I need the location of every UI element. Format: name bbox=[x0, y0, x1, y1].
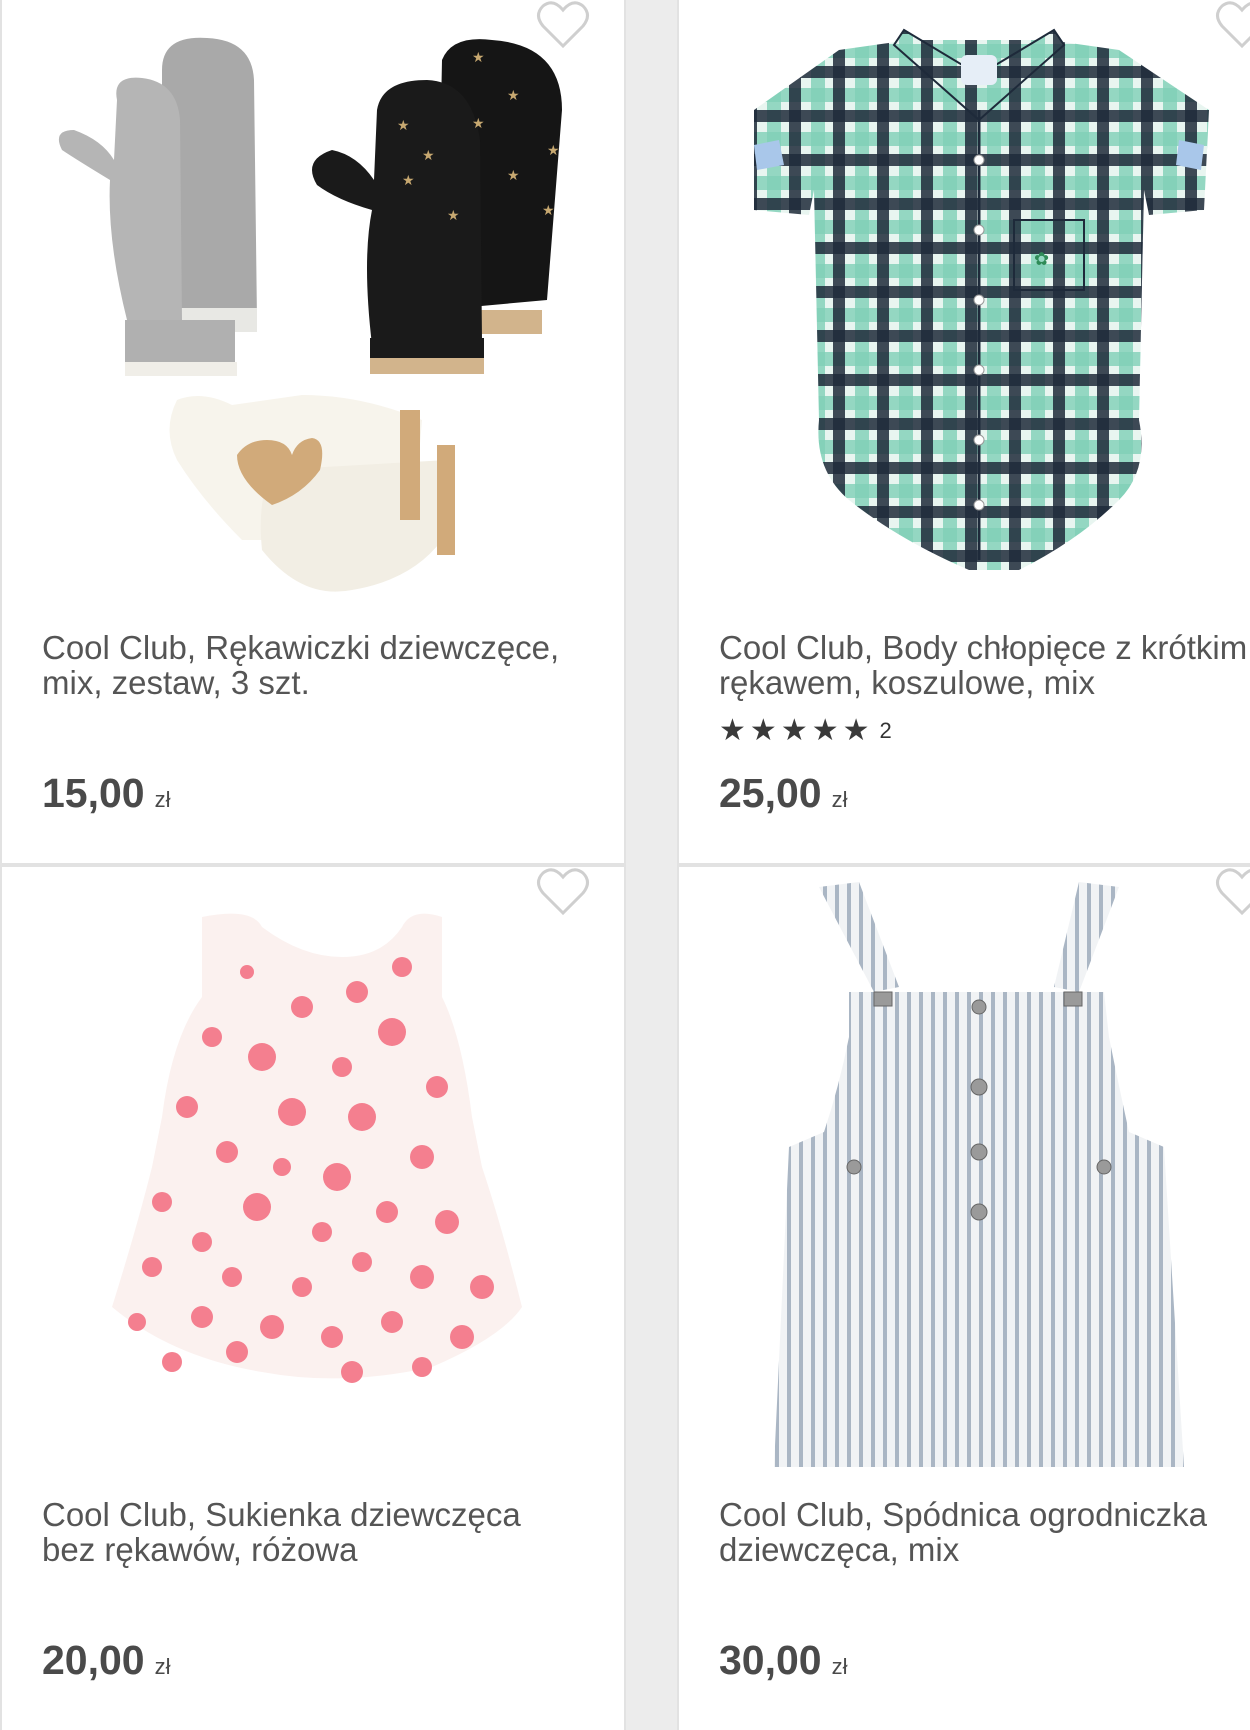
svg-text:★: ★ bbox=[472, 115, 485, 131]
price-currency: zł bbox=[154, 1654, 171, 1679]
rating-count: 2 bbox=[879, 718, 892, 743]
svg-text:★: ★ bbox=[402, 172, 415, 188]
svg-text:★: ★ bbox=[397, 117, 410, 133]
price-value: 15,00 bbox=[42, 770, 145, 816]
product-grid: ★ ★ ★ ★ ★ ★ ★ ★ ★ ★ Cool Club, Rękawiczk… bbox=[0, 0, 1250, 1730]
price-currency: zł bbox=[831, 1654, 848, 1679]
heart-outline-icon[interactable] bbox=[536, 0, 590, 50]
product-image[interactable] bbox=[2, 867, 624, 1477]
plaid-shirt-bodysuit-image: ✿ bbox=[754, 28, 1209, 570]
product-card[interactable]: Cool Club, Spódnica ogrodniczka dziewczę… bbox=[677, 865, 1250, 1730]
svg-text:★: ★ bbox=[547, 142, 560, 158]
price-currency: zł bbox=[831, 787, 848, 812]
product-card[interactable]: Cool Club, Sukienka dziewczęca bez rękaw… bbox=[0, 865, 626, 1730]
product-card[interactable]: ★ ★ ★ ★ ★ ★ ★ ★ ★ ★ Cool Club, Rękawiczk… bbox=[0, 0, 626, 865]
product-image[interactable]: ★ ★ ★ ★ ★ ★ ★ ★ ★ ★ bbox=[2, 0, 624, 610]
svg-text:★: ★ bbox=[472, 49, 485, 65]
mittens-set-image: ★ ★ ★ ★ ★ ★ ★ ★ ★ ★ bbox=[58, 37, 562, 592]
price-value: 20,00 bbox=[42, 1637, 145, 1683]
svg-text:✿: ✿ bbox=[1034, 249, 1049, 269]
product-title[interactable]: Cool Club, Rękawiczki dziewczęce, mix, z… bbox=[42, 630, 624, 700]
star-icon: ★ bbox=[749, 714, 777, 747]
svg-text:★: ★ bbox=[542, 202, 555, 218]
star-icon: ★ bbox=[780, 714, 808, 747]
heart-outline-icon[interactable] bbox=[1215, 867, 1250, 917]
svg-text:★: ★ bbox=[507, 87, 520, 103]
svg-text:★: ★ bbox=[447, 207, 460, 223]
product-price: 15,00 zł bbox=[42, 770, 171, 817]
heart-outline-icon[interactable] bbox=[1215, 0, 1250, 50]
product-price: 20,00 zł bbox=[42, 1637, 171, 1684]
star-icon: ★ bbox=[719, 714, 746, 747]
product-card[interactable]: ✿ Cool Club, Body chłopięce z krótkim rę… bbox=[677, 0, 1250, 865]
striped-pinafore-image bbox=[774, 882, 1184, 1467]
heart-outline-icon[interactable] bbox=[536, 867, 590, 917]
polka-dot-dress-image bbox=[112, 913, 522, 1383]
star-icon: ★ bbox=[842, 714, 870, 747]
product-image[interactable] bbox=[679, 867, 1250, 1477]
product-title[interactable]: Cool Club, Sukienka dziewczęca bez rękaw… bbox=[42, 1497, 624, 1567]
product-rating: ★ ★ ★ ★ ★ 2 bbox=[719, 716, 892, 746]
product-price: 30,00 zł bbox=[719, 1637, 848, 1684]
price-value: 30,00 bbox=[719, 1637, 822, 1683]
star-icon: ★ bbox=[811, 714, 839, 747]
product-title[interactable]: Cool Club, Spódnica ogrodniczka dziewczę… bbox=[719, 1497, 1250, 1567]
product-price: 25,00 zł bbox=[719, 770, 848, 817]
price-value: 25,00 bbox=[719, 770, 822, 816]
product-image[interactable]: ✿ bbox=[679, 0, 1250, 610]
product-title[interactable]: Cool Club, Body chłopięce z krótkim ręka… bbox=[719, 630, 1250, 700]
price-currency: zł bbox=[154, 787, 171, 812]
svg-text:★: ★ bbox=[422, 147, 435, 163]
svg-text:★: ★ bbox=[507, 167, 520, 183]
